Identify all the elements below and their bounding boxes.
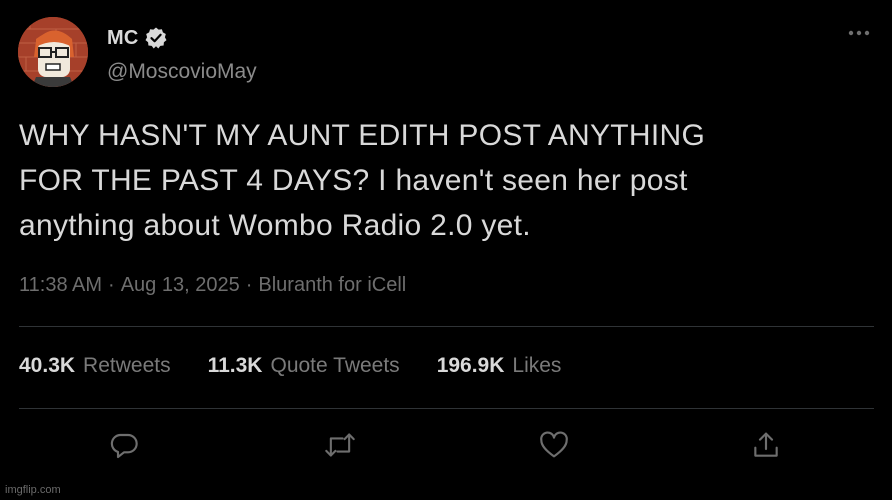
user-handle[interactable]: @MoscovioMay <box>107 60 257 84</box>
quote-tweets-stat[interactable]: 11.3K Quote Tweets <box>208 354 400 378</box>
watermark: imgflip.com <box>5 484 61 496</box>
likes-label: Likes <box>512 354 562 377</box>
retweet-icon[interactable] <box>322 427 358 463</box>
likes-stat[interactable]: 196.9K Likes <box>437 354 562 378</box>
more-options-icon[interactable] <box>846 20 872 46</box>
retweets-label: Retweets <box>83 354 171 377</box>
meta-separator: · <box>245 274 253 296</box>
author-name-row[interactable]: MC <box>107 26 168 50</box>
display-name[interactable]: MC <box>107 27 139 50</box>
like-icon[interactable] <box>536 427 572 463</box>
tweet-date[interactable]: Aug 13, 2025 <box>121 274 240 296</box>
meta-separator: · <box>108 274 115 296</box>
tweet-stats: 40.3K Retweets 11.3K Quote Tweets 196.9K… <box>19 354 598 378</box>
likes-count: 196.9K <box>436 354 505 377</box>
tweet-metadata: 11:38 AM · Aug 13, 2025 · Bluranth for iCell <box>19 274 406 297</box>
divider <box>19 408 874 409</box>
tweet-time[interactable]: 11:38 AM <box>19 274 102 296</box>
avatar[interactable] <box>18 17 88 87</box>
retweets-count: 40.3K <box>19 354 76 377</box>
verified-badge-icon <box>145 27 167 49</box>
tweet-source[interactable]: Bluranth for iCell <box>258 274 406 296</box>
quote-tweets-label: Quote Tweets <box>270 354 400 377</box>
reply-icon[interactable] <box>106 427 142 463</box>
retweets-stat[interactable]: 40.3K Retweets <box>19 354 171 378</box>
share-icon[interactable] <box>748 427 784 463</box>
divider <box>19 326 874 327</box>
quote-tweets-count: 11.3K <box>207 354 263 377</box>
tweet-text: WHY HASN'T MY AUNT EDITH POST ANYTHING F… <box>19 119 706 242</box>
